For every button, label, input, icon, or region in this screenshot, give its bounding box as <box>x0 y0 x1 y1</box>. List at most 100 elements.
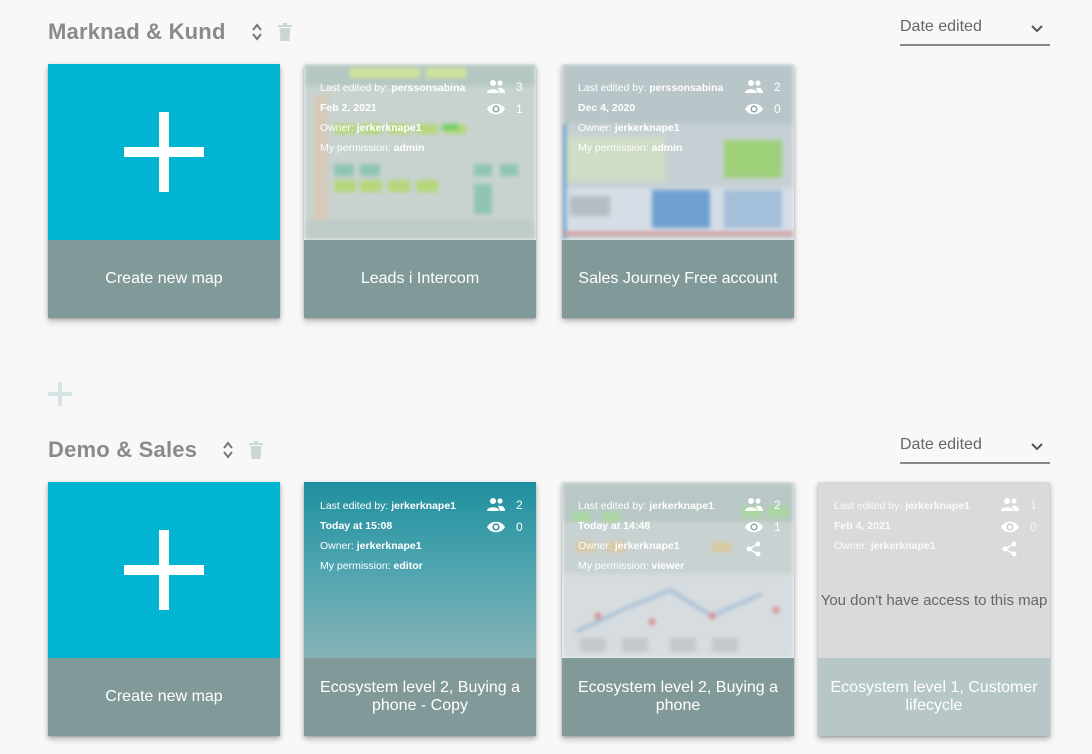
eye-icon <box>487 103 505 115</box>
sort-dropdown-value: Date edited <box>900 436 982 453</box>
sort-dropdown[interactable]: Date edited <box>900 14 1050 46</box>
owner: jerkerknape1 <box>356 540 422 552</box>
map-card-no-access[interactable]: Last edited by: jerkerknape1 Feb 4, 2021… <box>818 482 1050 736</box>
permission: editor <box>393 560 423 572</box>
collaborators-stat: 2 <box>744 494 788 516</box>
viewers-stat: 0 <box>744 98 788 120</box>
sort-icon[interactable] <box>221 439 235 461</box>
share-button[interactable] <box>744 538 788 560</box>
viewers-stat: 1 <box>486 98 530 120</box>
map-meta: Last edited by: jerkerknape1 Today at 14… <box>578 500 715 572</box>
map-card[interactable]: Last edited by: perssonsabina Feb 2, 202… <box>304 64 536 318</box>
last-edited-by: jerkerknape1 <box>649 500 715 512</box>
permission: viewer <box>651 560 685 572</box>
edited-date: Dec 4, 2020 <box>578 102 636 114</box>
last-edited-by: perssonsabina <box>649 82 724 94</box>
create-map-card[interactable]: Create new map <box>48 64 280 318</box>
map-stats: 3 1 <box>486 76 530 120</box>
map-card[interactable]: Last edited by: perssonsabina Dec 4, 202… <box>562 64 794 318</box>
viewers-count: 1 <box>516 102 523 116</box>
create-map-card[interactable]: Create new map <box>48 482 280 736</box>
map-stats: 2 1 <box>744 494 788 560</box>
collaborators-count: 2 <box>516 498 523 512</box>
map-meta: Last edited by: perssonsabina Dec 4, 202… <box>578 82 724 154</box>
people-icon <box>745 80 763 93</box>
people-icon <box>487 498 505 511</box>
map-preview: Last edited by: jerkerknape1 Feb 4, 2021… <box>818 482 1050 658</box>
permission: admin <box>651 142 683 154</box>
map-meta: Last edited by: jerkerknape1 Feb 4, 2021… <box>834 500 971 552</box>
last-edited-by: perssonsabina <box>391 82 466 94</box>
eye-icon <box>487 521 505 533</box>
collaborators-count: 3 <box>516 80 523 94</box>
edited-date: Feb 2, 2021 <box>320 102 377 114</box>
viewers-stat: 1 <box>744 516 788 538</box>
eye-icon <box>745 521 763 533</box>
collaborators-count: 2 <box>774 80 781 94</box>
group-header: Marknad & Kund <box>48 17 294 47</box>
owner: jerkerknape1 <box>614 540 680 552</box>
create-map-tile <box>48 64 280 240</box>
collaborators-stat: 2 <box>744 76 788 98</box>
owner: jerkerknape1 <box>356 122 422 134</box>
edited-date: Today at 15:08 <box>320 520 393 532</box>
last-edited-by: jerkerknape1 <box>391 500 457 512</box>
create-map-tile <box>48 482 280 658</box>
collaborators-count: 1 <box>1030 498 1037 512</box>
sort-dropdown[interactable]: Date edited <box>900 432 1050 464</box>
last-edited-by: jerkerknape1 <box>905 500 971 512</box>
map-name: Ecosystem level 2, Buying a phone - Copy <box>304 658 536 736</box>
group-title[interactable]: Marknad & Kund <box>48 19 226 45</box>
viewers-stat: 0 <box>1000 516 1044 538</box>
create-map-label: Create new map <box>48 658 280 736</box>
map-meta: Last edited by: perssonsabina Feb 2, 202… <box>320 82 466 154</box>
map-card[interactable]: Last edited by: jerkerknape1 Today at 15… <box>304 482 536 736</box>
sort-dropdown-value: Date edited <box>900 18 982 35</box>
share-button[interactable] <box>1000 538 1044 560</box>
viewers-count: 0 <box>774 102 781 116</box>
group-header: Demo & Sales <box>48 435 265 465</box>
people-icon <box>1001 498 1019 511</box>
trash-icon[interactable] <box>276 21 294 43</box>
map-preview: Last edited by: jerkerknape1 Today at 14… <box>562 482 794 658</box>
map-name: Leads i Intercom <box>304 240 536 318</box>
map-stats: 1 0 <box>1000 494 1044 560</box>
no-access-message: You don't have access to this map <box>820 592 1048 609</box>
viewers-count: 0 <box>1030 520 1037 534</box>
viewers-count: 1 <box>774 520 781 534</box>
people-icon <box>487 80 505 93</box>
chevron-down-icon <box>1030 22 1044 36</box>
add-group-button[interactable] <box>48 382 72 406</box>
permission: admin <box>393 142 425 154</box>
create-map-label: Create new map <box>48 240 280 318</box>
plus-icon <box>124 112 204 192</box>
map-stats: 2 0 <box>486 494 530 538</box>
map-name: Sales Journey Free account <box>562 240 794 318</box>
sort-icon[interactable] <box>250 21 264 43</box>
map-preview: Last edited by: perssonsabina Dec 4, 202… <box>562 64 794 240</box>
map-meta: Last edited by: jerkerknape1 Today at 15… <box>320 500 457 572</box>
map-stats: 2 0 <box>744 76 788 120</box>
viewers-count: 0 <box>516 520 523 534</box>
trash-icon[interactable] <box>247 439 265 461</box>
collaborators-count: 2 <box>774 498 781 512</box>
share-icon <box>1002 541 1017 557</box>
map-name: Ecosystem level 1, Customer lifecycle <box>818 658 1050 736</box>
share-icon <box>746 541 761 557</box>
map-card[interactable]: Last edited by: jerkerknape1 Today at 14… <box>562 482 794 736</box>
eye-icon <box>1001 521 1019 533</box>
collaborators-stat: 3 <box>486 76 530 98</box>
collaborators-stat: 2 <box>486 494 530 516</box>
map-name: Ecosystem level 2, Buying a phone <box>562 658 794 736</box>
viewers-stat: 0 <box>486 516 530 538</box>
group-title[interactable]: Demo & Sales <box>48 437 197 463</box>
edited-date: Feb 4, 2021 <box>834 520 891 532</box>
map-preview: Last edited by: perssonsabina Feb 2, 202… <box>304 64 536 240</box>
collaborators-stat: 1 <box>1000 494 1044 516</box>
eye-icon <box>745 103 763 115</box>
people-icon <box>745 498 763 511</box>
owner: jerkerknape1 <box>870 540 936 552</box>
chevron-down-icon <box>1030 440 1044 454</box>
edited-date: Today at 14:48 <box>578 520 651 532</box>
plus-icon <box>124 530 204 610</box>
